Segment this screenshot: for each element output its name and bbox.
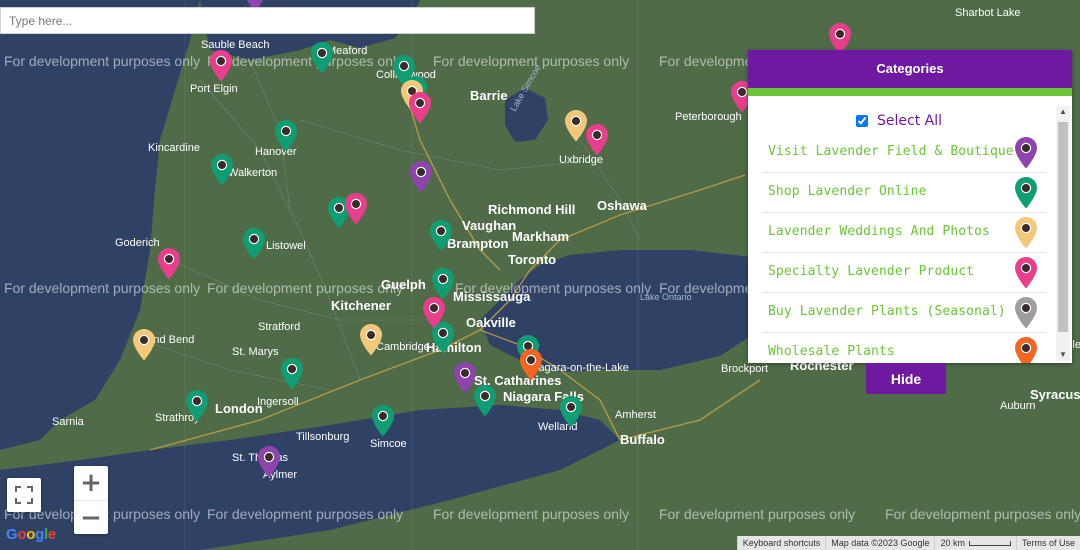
category-item[interactable]: Wholesale Plants	[763, 333, 1046, 363]
watermark-text: For development purposes only	[659, 506, 855, 522]
watermark-text: For development purposes only	[433, 506, 629, 522]
scroll-down-arrow-icon[interactable]: ▼	[1056, 349, 1070, 361]
place-label: St. Marys	[232, 346, 279, 358]
place-label: Barrie	[470, 88, 508, 103]
select-all-checkbox[interactable]	[856, 115, 868, 127]
place-label: Goderich	[115, 237, 160, 249]
category-item[interactable]: Specialty Lavender Product	[763, 253, 1046, 293]
place-label: Mississauga	[453, 289, 531, 304]
select-all-option[interactable]: Select All	[856, 113, 942, 129]
map-marker-icon	[1014, 296, 1038, 330]
category-label: Visit Lavender Field & Boutique	[768, 144, 1014, 159]
place-label: Brockport	[721, 363, 768, 375]
fullscreen-icon	[15, 486, 33, 504]
zoom-out-button[interactable]: −	[74, 501, 108, 535]
map-marker-icon	[1014, 256, 1038, 290]
place-label: Stratford	[258, 321, 300, 333]
panel-body: Select All Visit Lavender Field & Boutiq…	[748, 106, 1054, 363]
place-label: Ingersoll	[257, 396, 299, 408]
category-label: Lavender Weddings And Photos	[768, 224, 990, 239]
place-label: Toronto	[508, 252, 556, 267]
category-label: Wholesale Plants	[768, 344, 895, 359]
category-item[interactable]: Shop Lavender Online	[763, 173, 1046, 213]
panel-title: Categories	[748, 50, 1072, 96]
place-label: Simcoe	[370, 438, 407, 450]
water-label: Lake Ontario	[640, 292, 692, 302]
place-label: Listowel	[266, 240, 306, 252]
map-footer: Keyboard shortcuts Map data ©2023 Google…	[736, 536, 1080, 550]
category-item[interactable]: Visit Lavender Field & Boutique	[763, 133, 1046, 173]
place-label: Hamilton	[426, 340, 482, 355]
panel-scrollbar[interactable]: ▲ ▼	[1056, 106, 1070, 361]
map-marker-icon	[1014, 136, 1038, 170]
watermark-text: For development purposes only	[4, 53, 200, 69]
watermark-text: For development purposes only	[207, 506, 403, 522]
scale-indicator[interactable]: 20 km	[934, 536, 1016, 550]
google-logo: Google	[6, 526, 56, 543]
terms-link[interactable]: Terms of Use	[1015, 536, 1080, 550]
category-label: Buy Lavender Plants (Seasonal)	[768, 304, 1006, 319]
scale-label: 20 km	[940, 538, 965, 548]
place-label: Cambridge	[376, 341, 430, 353]
place-label: Sarnia	[52, 416, 85, 428]
keyboard-shortcuts-link[interactable]: Keyboard shortcuts	[736, 536, 826, 550]
zoom-control: + −	[74, 466, 108, 534]
fullscreen-button[interactable]	[7, 478, 41, 512]
place-label: Markham	[512, 229, 569, 244]
place-label: Oshawa	[597, 198, 648, 213]
map-data-attribution: Map data ©2023 Google	[825, 536, 935, 550]
category-list: Visit Lavender Field & Boutique Shop Lave…	[763, 133, 1054, 363]
place-label: Walkerton	[228, 167, 277, 179]
categories-panel: Categories Select All Visit Lavender Fie…	[748, 50, 1072, 363]
watermark-text: For development purposes only	[885, 506, 1080, 522]
place-label: Peterborough	[675, 111, 742, 123]
category-item[interactable]: Lavender Weddings And Photos	[763, 213, 1046, 253]
place-label: Oakville	[466, 315, 516, 330]
map-marker-icon	[1014, 336, 1038, 363]
category-label: Specialty Lavender Product	[768, 264, 975, 279]
place-label: Niagara-on-the-Lake	[528, 362, 629, 374]
search-input[interactable]	[0, 7, 535, 34]
watermark-text: For development purposes only	[207, 53, 403, 69]
watermark-text: For development purposes only	[207, 280, 403, 296]
map-marker-icon	[1014, 176, 1038, 210]
place-label: Kitchener	[331, 298, 391, 313]
zoom-in-button[interactable]: +	[74, 466, 108, 501]
place-label: Syracuse	[1030, 387, 1080, 402]
scale-bar	[968, 541, 1011, 546]
place-label: Vaughan	[462, 218, 516, 233]
select-all-label: Select All	[877, 113, 942, 129]
place-label: Meaford	[327, 45, 367, 57]
place-label: Hanover	[255, 146, 297, 158]
place-label: Brampton	[447, 236, 508, 251]
place-label: Port Elgin	[190, 83, 238, 95]
place-label: London	[215, 401, 263, 416]
hide-button[interactable]: Hide	[866, 363, 946, 394]
place-label: Sauble Beach	[201, 39, 270, 51]
place-label: Amherst	[615, 409, 656, 421]
place-label: Kincardine	[148, 142, 200, 154]
place-label: Richmond Hill	[488, 202, 575, 217]
scroll-up-arrow-icon[interactable]: ▲	[1056, 106, 1070, 118]
map-marker-icon	[1014, 216, 1038, 250]
category-item[interactable]: Buy Lavender Plants (Seasonal)	[763, 293, 1046, 333]
watermark-text: For development purposes only	[4, 280, 200, 296]
place-label: Guelph	[381, 277, 426, 292]
place-label: Tillsonburg	[296, 431, 349, 443]
place-label: Sharbot Lake	[955, 7, 1020, 19]
category-label: Shop Lavender Online	[768, 184, 927, 199]
scroll-thumb[interactable]	[1058, 122, 1068, 332]
place-label: Uxbridge	[559, 154, 603, 166]
place-label: Buffalo	[620, 432, 665, 447]
